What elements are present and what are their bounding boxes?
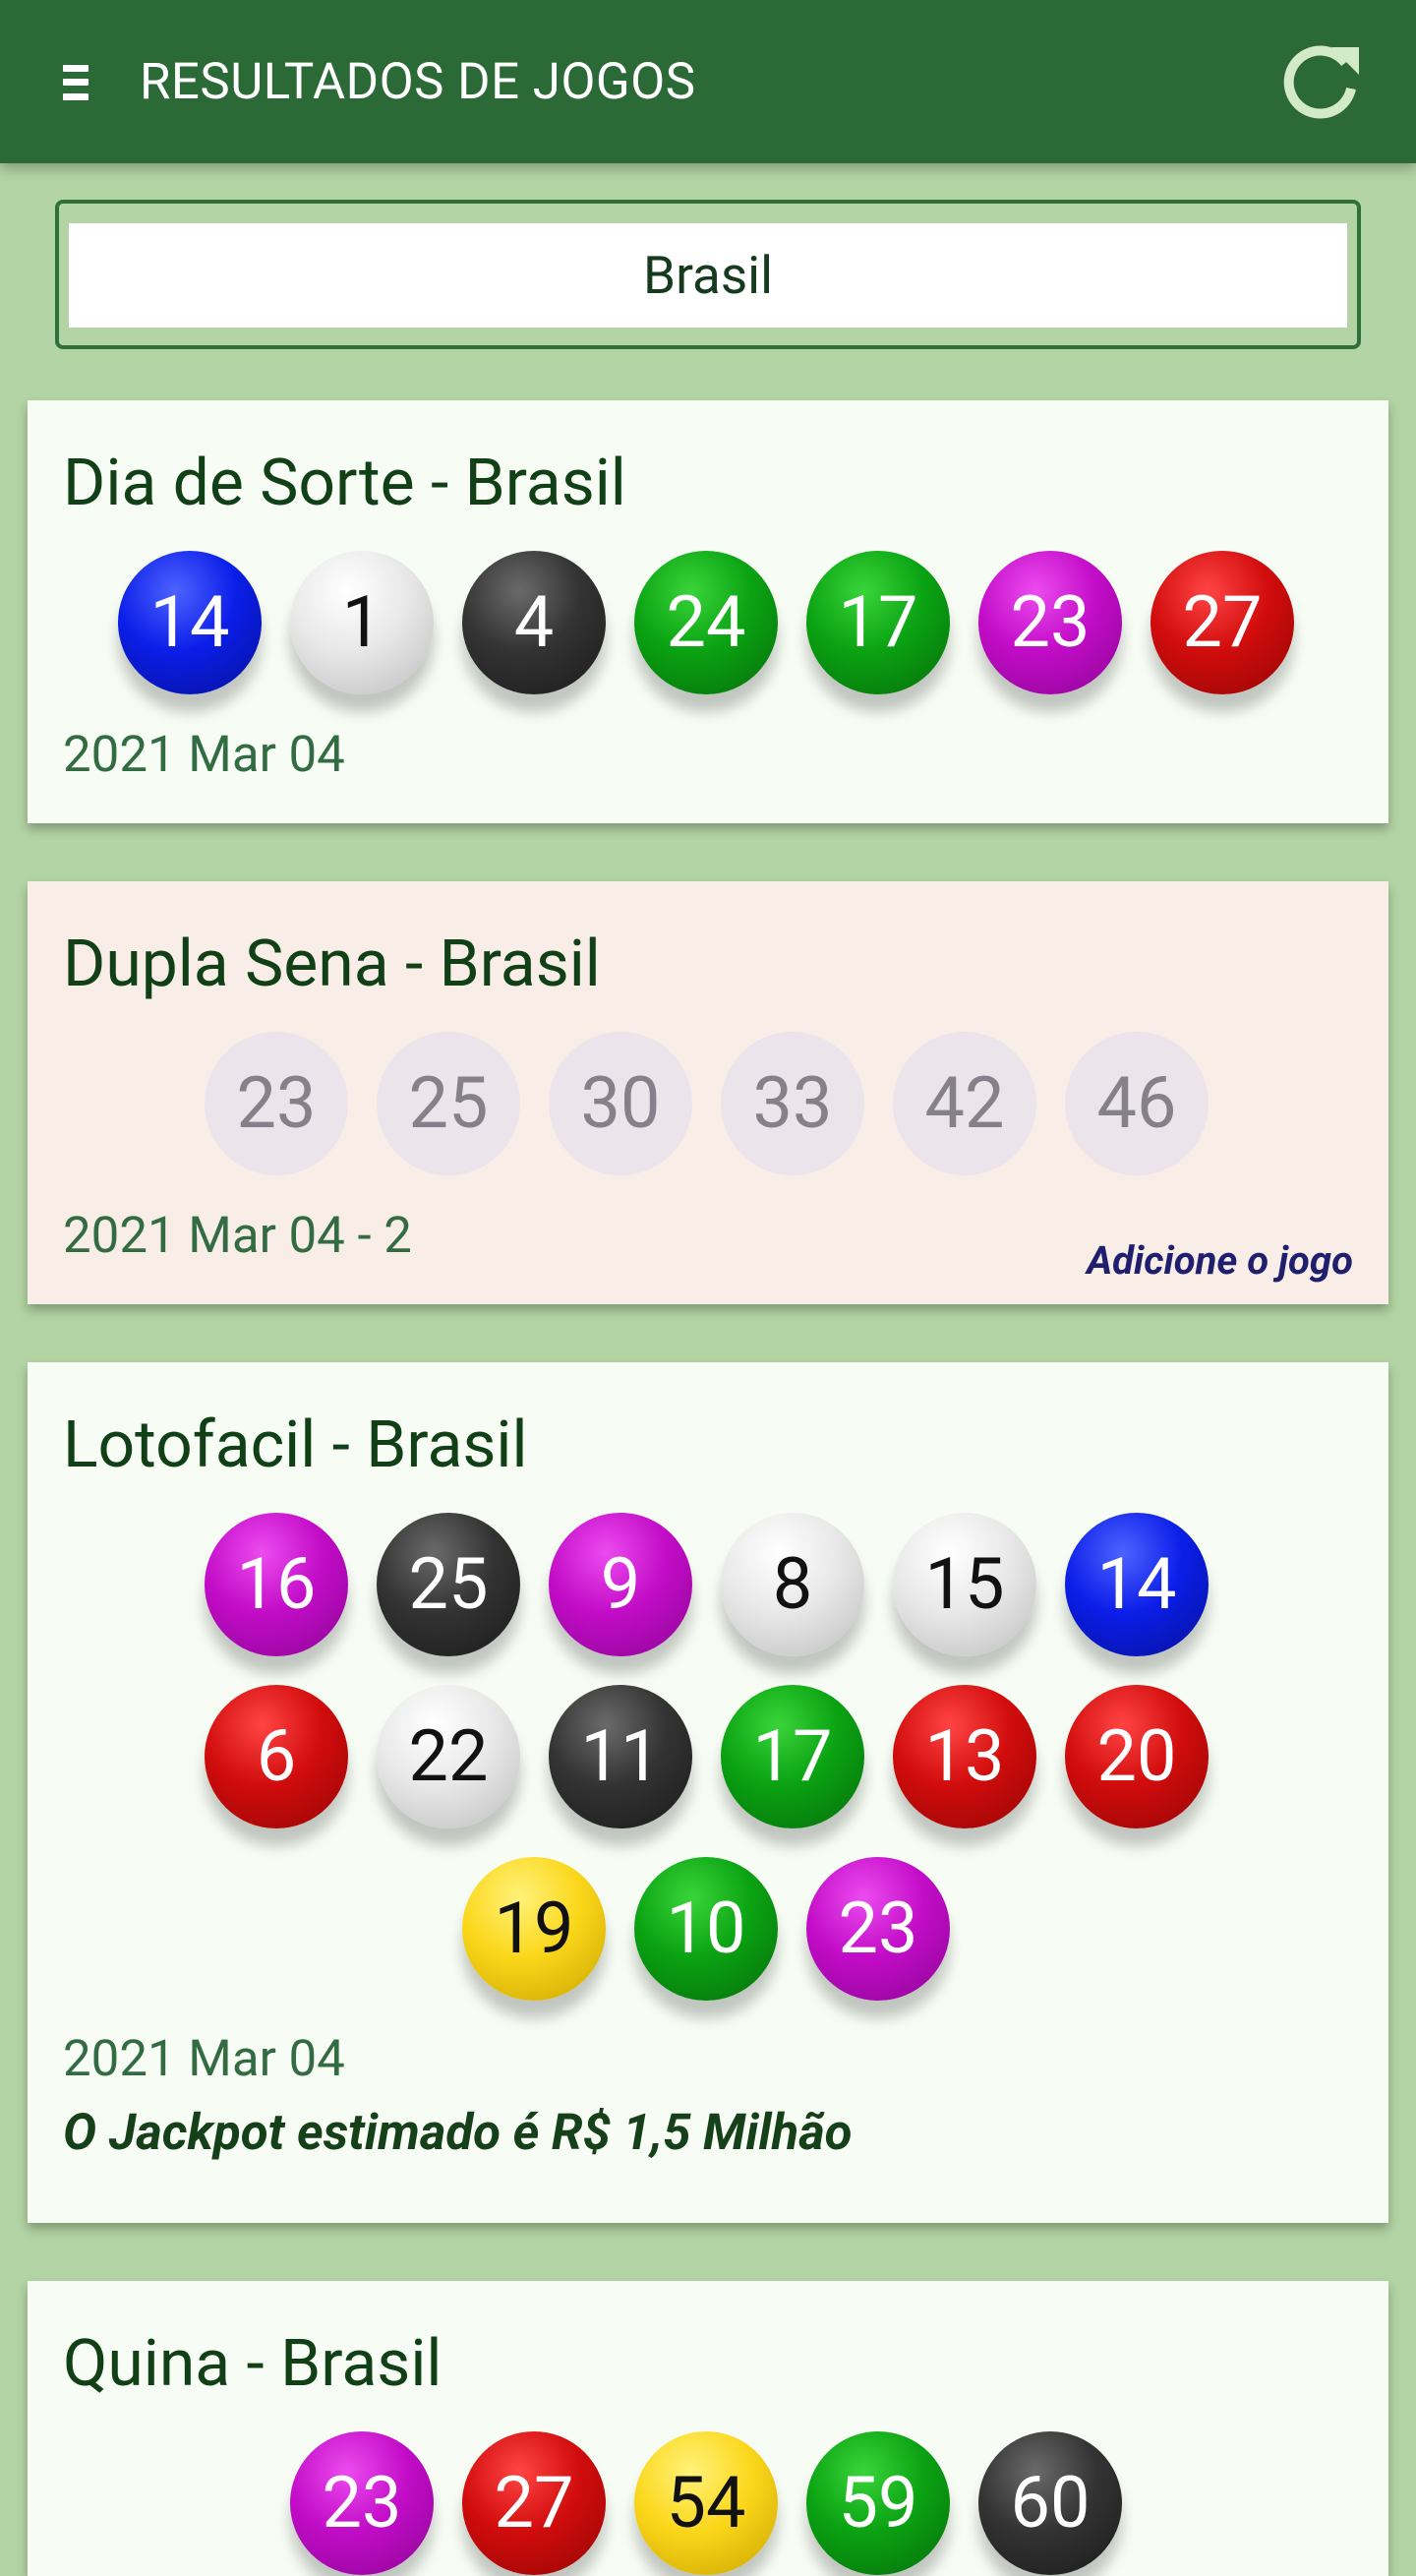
result-ball: 8 — [721, 1513, 864, 1656]
game-title: Quina - Brasil — [63, 2326, 442, 2402]
app-title: RESULTADOS DE JOGOS — [140, 53, 696, 111]
result-ball: 6 — [205, 1685, 348, 1828]
result-ball: 14 — [1065, 1513, 1209, 1656]
result-ball: 14 — [118, 551, 262, 694]
jackpot-estimate: O Jackpot estimado é R$ 1,5 Milhão — [63, 2104, 853, 2162]
result-ball: 16 — [205, 1513, 348, 1656]
game-card-quina[interactable]: Quina - Brasil 23 27 54 59 60 — [28, 2281, 1388, 2576]
result-ball: 23 — [806, 1857, 950, 2001]
result-ball: 27 — [1150, 551, 1294, 694]
result-ball: 23 — [290, 2431, 434, 2575]
result-ball: 23 — [205, 1032, 348, 1175]
result-ball: 17 — [806, 551, 950, 694]
search-box — [55, 200, 1361, 349]
add-game-link[interactable]: Adicione o jogo — [1087, 1233, 1353, 1288]
search-input[interactable] — [69, 223, 1347, 328]
result-ball: 4 — [462, 551, 606, 694]
result-ball: 46 — [1065, 1032, 1209, 1175]
result-ball: 30 — [549, 1032, 692, 1175]
result-ball: 1 — [290, 551, 434, 694]
result-ball: 20 — [1065, 1685, 1209, 1828]
result-ball: 60 — [978, 2431, 1122, 2575]
result-ball: 27 — [462, 2431, 606, 2575]
game-date: 2021 Mar 04 - 2 — [63, 1207, 412, 1265]
game-date: 2021 Mar 04 — [63, 2030, 345, 2088]
game-title: Lotofacil - Brasil — [63, 1408, 528, 1483]
result-ball: 10 — [634, 1857, 778, 2001]
result-ball: 59 — [806, 2431, 950, 2575]
result-ball: 42 — [893, 1032, 1036, 1175]
game-card-dupla-sena[interactable]: Dupla Sena - Brasil 23 25 30 33 42 46 20… — [28, 881, 1388, 1304]
result-ball: 22 — [377, 1685, 520, 1828]
game-date: 2021 Mar 04 — [63, 726, 345, 784]
app-bar: RESULTADOS DE JOGOS — [0, 0, 1416, 163]
game-title: Dupla Sena - Brasil — [63, 927, 601, 1002]
game-card-lotofacil[interactable]: Lotofacil - Brasil 16 25 9 8 15 14 6 22 … — [28, 1362, 1388, 2223]
result-ball: 54 — [634, 2431, 778, 2575]
result-ball: 17 — [721, 1685, 864, 1828]
result-ball: 23 — [978, 551, 1122, 694]
result-ball: 24 — [634, 551, 778, 694]
result-ball: 13 — [893, 1685, 1036, 1828]
result-ball: 19 — [462, 1857, 606, 2001]
result-ball: 25 — [377, 1513, 520, 1656]
game-title: Dia de Sorte - Brasil — [63, 446, 626, 521]
result-ball: 33 — [721, 1032, 864, 1175]
game-card-dia-de-sorte[interactable]: Dia de Sorte - Brasil 14 1 4 24 17 23 27… — [28, 400, 1388, 823]
result-ball: 11 — [549, 1685, 692, 1828]
result-ball: 9 — [549, 1513, 692, 1656]
refresh-icon[interactable] — [1276, 37, 1365, 126]
result-ball: 15 — [893, 1513, 1036, 1656]
result-ball: 25 — [377, 1032, 520, 1175]
menu-icon[interactable] — [63, 63, 96, 102]
